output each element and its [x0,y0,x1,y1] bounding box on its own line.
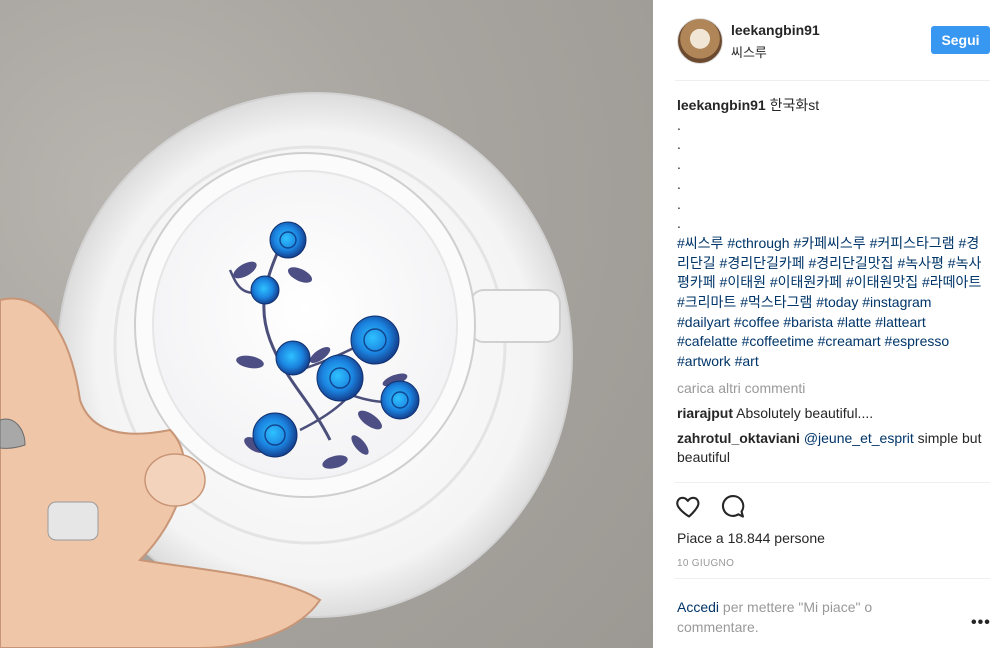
post-header: leekangbin91 씨스루 Segui [653,0,1000,80]
comment-username[interactable]: riarajput [677,405,733,421]
caption-dot: . [677,195,681,212]
hashtag-link[interactable]: #녹사평 [897,255,943,271]
login-prompt: Accedi per mettere "Mi piace" o commenta… [677,597,937,637]
caption-hashtags: #씨스루 #cthrough #카페씨스루 #커피스타그램 #경리단길 #경리단… [677,234,982,372]
hashtag-link[interactable]: #artwork [677,353,731,369]
caption-dot: . [677,175,681,192]
caption-dot: . [677,215,681,232]
caption-dot: . [677,116,681,133]
hashtag-link[interactable]: #today [816,294,858,310]
load-more-comments-link[interactable]: carica altri commenti [677,378,982,398]
divider [675,80,990,81]
hashtag-link[interactable]: #coffeetime [742,333,814,349]
hashtag-link[interactable]: #라떼아트 [922,274,981,290]
avatar[interactable] [677,18,723,64]
hashtag-link[interactable]: #creamart [818,333,881,349]
comments-list[interactable]: leekangbin91 한국화st . . . . . . #씨스루 #cth… [677,96,982,482]
hashtag-link[interactable]: #이태원카페 [770,274,842,290]
post-side-panel: leekangbin91 씨스루 Segui leekangbin91 한국화s… [653,0,1000,648]
divider [675,578,990,579]
post-date[interactable]: 10 GIUGNO [677,558,734,569]
hashtag-link[interactable]: #씨스루 [677,235,723,251]
latte-art-image [0,92,573,648]
hashtag-link[interactable]: #카페씨스루 [794,235,866,251]
caption-dot: . [677,136,681,153]
hashtag-link[interactable]: #cafelatte [677,333,738,349]
hashtag-link[interactable]: #latte [837,314,871,330]
hashtag-link[interactable]: #espresso [885,333,950,349]
post-username[interactable]: leekangbin91 [731,22,820,38]
hashtag-link[interactable]: #이태원맛집 [846,274,918,290]
hashtag-link[interactable]: #크리마트 [677,294,736,310]
caption-dot: . [677,156,681,173]
hashtag-link[interactable]: #coffee [734,314,780,330]
hashtag-link[interactable]: #경리단길카페 [720,255,805,271]
comment: riarajput Absolutely beautiful.... [677,404,982,423]
caption-text: 한국화st [769,97,820,113]
post-location[interactable]: 씨스루 [731,42,767,61]
login-link[interactable]: Accedi [677,599,719,615]
comment-mention[interactable]: @jeune_et_esprit [804,430,914,446]
comment: zahrotul_oktaviani @jeune_et_esprit simp… [677,429,982,467]
follow-button[interactable]: Segui [931,26,990,54]
hashtag-link[interactable]: #instagram [862,294,931,310]
divider [675,482,990,483]
caption-username[interactable]: leekangbin91 [677,97,766,113]
hashtag-link[interactable]: #경리단길맛집 [809,255,894,271]
caption-dots: . . . . . . [677,116,982,234]
comment-icon[interactable] [719,492,747,525]
comment-username[interactable]: zahrotul_oktaviani [677,430,800,446]
hashtag-link[interactable]: #이태원 [720,274,766,290]
caption: leekangbin91 한국화st [677,96,982,116]
comment-text: Absolutely beautiful.... [736,404,874,421]
more-options-icon[interactable]: ••• [971,614,991,632]
hashtag-link[interactable]: #먹스타그램 [740,294,812,310]
hashtag-link[interactable]: #dailyart [677,314,730,330]
likes-count[interactable]: Piace a 18.844 persone [677,530,825,546]
hashtag-link[interactable]: #art [735,353,759,369]
hashtag-link[interactable]: #latteart [875,314,926,330]
hashtag-link[interactable]: #cthrough [727,235,789,251]
hashtag-link[interactable]: #커피스타그램 [870,235,955,251]
heart-icon[interactable] [675,492,703,525]
hashtag-link[interactable]: #barista [783,314,833,330]
post-image[interactable] [0,0,653,648]
